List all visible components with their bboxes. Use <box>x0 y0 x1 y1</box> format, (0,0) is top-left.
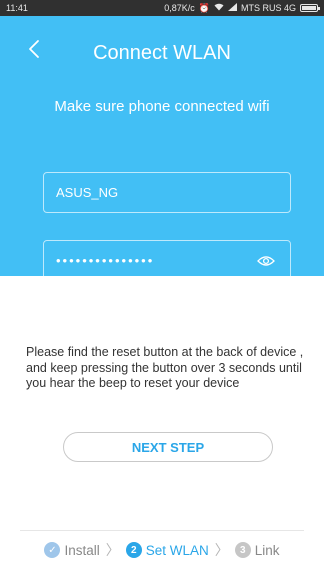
step-label: Set WLAN <box>145 542 209 558</box>
next-step-button[interactable]: NEXT STEP <box>63 432 273 462</box>
show-password-button[interactable] <box>254 251 278 271</box>
step-install: ✓ Install <box>44 542 100 558</box>
step-label: Link <box>254 542 280 558</box>
signal-icon <box>227 3 237 13</box>
setup-progress-steps: ✓ Install 〉 2 Set WLAN 〉 3 Link <box>0 539 324 561</box>
wifi-icon <box>214 3 224 13</box>
network-speed: 0,87K/c <box>164 3 195 13</box>
password-value[interactable]: ••••••••••••••• <box>56 253 254 268</box>
chevron-right-icon: 〉 <box>214 542 229 558</box>
carrier-name: MTS RUS 4G <box>240 3 296 13</box>
step-number-badge: 2 <box>125 542 142 558</box>
chevron-right-icon: 〉 <box>105 542 120 558</box>
page-title: Connect WLAN <box>93 42 231 64</box>
subtitle: Make sure phone connected wifi <box>54 98 270 115</box>
step-link: 3 Link <box>234 542 280 558</box>
step-label: Install <box>64 542 100 558</box>
status-time: 11:41 <box>6 3 28 13</box>
connect-panel: Connect WLAN Make sure phone connected w… <box>0 16 324 281</box>
password-field[interactable]: ••••••••••••••• <box>43 240 291 281</box>
ssid-input[interactable] <box>56 185 278 200</box>
alarm-icon: ⏰ <box>198 2 210 13</box>
divider <box>20 530 304 531</box>
step-set-wlan: 2 Set WLAN <box>125 542 209 558</box>
reset-instructions: Please find the reset button at the back… <box>26 345 304 390</box>
check-icon: ✓ <box>44 542 61 558</box>
battery-icon <box>300 4 320 12</box>
step-number-badge: 3 <box>234 542 251 558</box>
ssid-field[interactable] <box>43 172 291 213</box>
status-bar: 11:41 0,87K/c ⏰ MTS RUS 4G <box>0 0 324 16</box>
eye-icon <box>257 255 275 266</box>
status-indicators: 0,87K/c ⏰ MTS RUS 4G <box>164 2 320 14</box>
